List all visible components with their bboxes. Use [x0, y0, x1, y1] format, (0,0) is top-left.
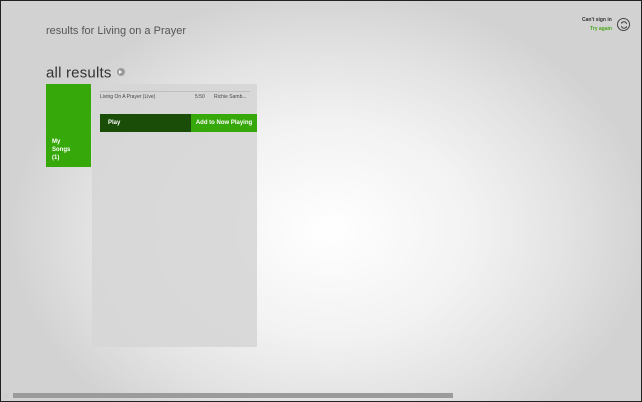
add-to-now-playing-button[interactable]: Add to Now Playing [191, 114, 257, 132]
search-results-title: results for Living on a Prayer [46, 25, 187, 37]
play-button[interactable]: Play [100, 114, 191, 132]
my-songs-tile-label: My Songs (1) [52, 139, 71, 161]
song-artist: Richie Samb... [214, 94, 247, 100]
all-results-heading[interactable]: all results [46, 64, 125, 82]
my-songs-tile[interactable]: My Songs (1) [46, 84, 91, 167]
song-row[interactable]: Living On A Prayer (Live) 5:50 Richie Sa… [100, 91, 250, 102]
song-title: Living On A Prayer (Live) [100, 94, 156, 100]
chevron-right-icon[interactable] [116, 68, 125, 77]
scroll-back-button[interactable] [3, 393, 9, 398]
horizontal-scrollbar[interactable] [13, 393, 453, 398]
sync-button[interactable] [617, 18, 630, 31]
try-again-link[interactable]: Try again [590, 26, 612, 32]
song-duration: 5:50 [195, 94, 205, 100]
sign-in-status: Can't sign in [582, 17, 612, 23]
sync-icon [620, 20, 627, 29]
section-heading-label: all results [46, 64, 112, 82]
